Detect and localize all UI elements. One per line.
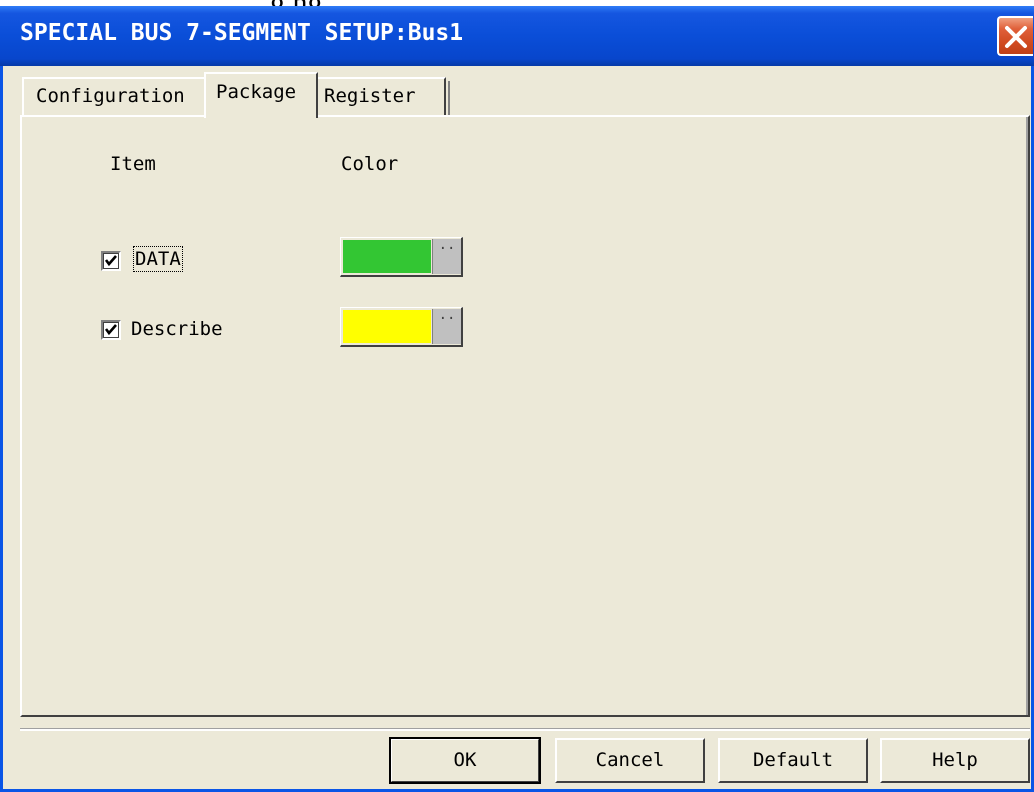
screen: g ng SPECIAL BUS 7-SEGMENT SETUP:Bus1 Co… xyxy=(0,0,1034,792)
data-checkbox[interactable] xyxy=(101,251,121,271)
data-color-picker[interactable]: ·· xyxy=(340,237,463,277)
ok-button[interactable]: OK xyxy=(389,737,541,784)
describe-checkbox[interactable] xyxy=(101,320,121,340)
close-icon xyxy=(1005,26,1027,48)
describe-color-swatch xyxy=(343,310,431,343)
tab-panel-package xyxy=(20,115,1030,717)
help-button[interactable]: Help xyxy=(880,738,1030,783)
window-title: SPECIAL BUS 7-SEGMENT SETUP:Bus1 xyxy=(20,20,464,46)
close-button[interactable] xyxy=(997,16,1033,56)
checkmark-icon xyxy=(104,324,117,336)
title-bar[interactable]: SPECIAL BUS 7-SEGMENT SETUP:Bus1 xyxy=(0,6,1034,66)
default-button[interactable]: Default xyxy=(718,738,868,783)
cancel-button[interactable]: Cancel xyxy=(555,738,705,783)
data-color-picker-button[interactable]: ·· xyxy=(432,239,461,274)
column-header-item: Item xyxy=(110,153,156,175)
column-header-color: Color xyxy=(341,153,399,175)
data-color-swatch xyxy=(343,240,431,273)
data-label[interactable]: DATA xyxy=(133,246,183,272)
describe-color-picker[interactable]: ·· xyxy=(340,307,463,347)
panel-shadow xyxy=(1026,117,1028,715)
describe-color-picker-button[interactable]: ·· xyxy=(432,309,461,344)
tab-package[interactable]: Package xyxy=(204,72,318,118)
tab-configuration[interactable]: Configuration xyxy=(22,77,206,115)
describe-label[interactable]: Describe xyxy=(131,318,223,340)
footer-separator xyxy=(20,728,1030,731)
tab-register[interactable]: Register xyxy=(318,77,450,115)
checkmark-icon xyxy=(104,255,117,267)
